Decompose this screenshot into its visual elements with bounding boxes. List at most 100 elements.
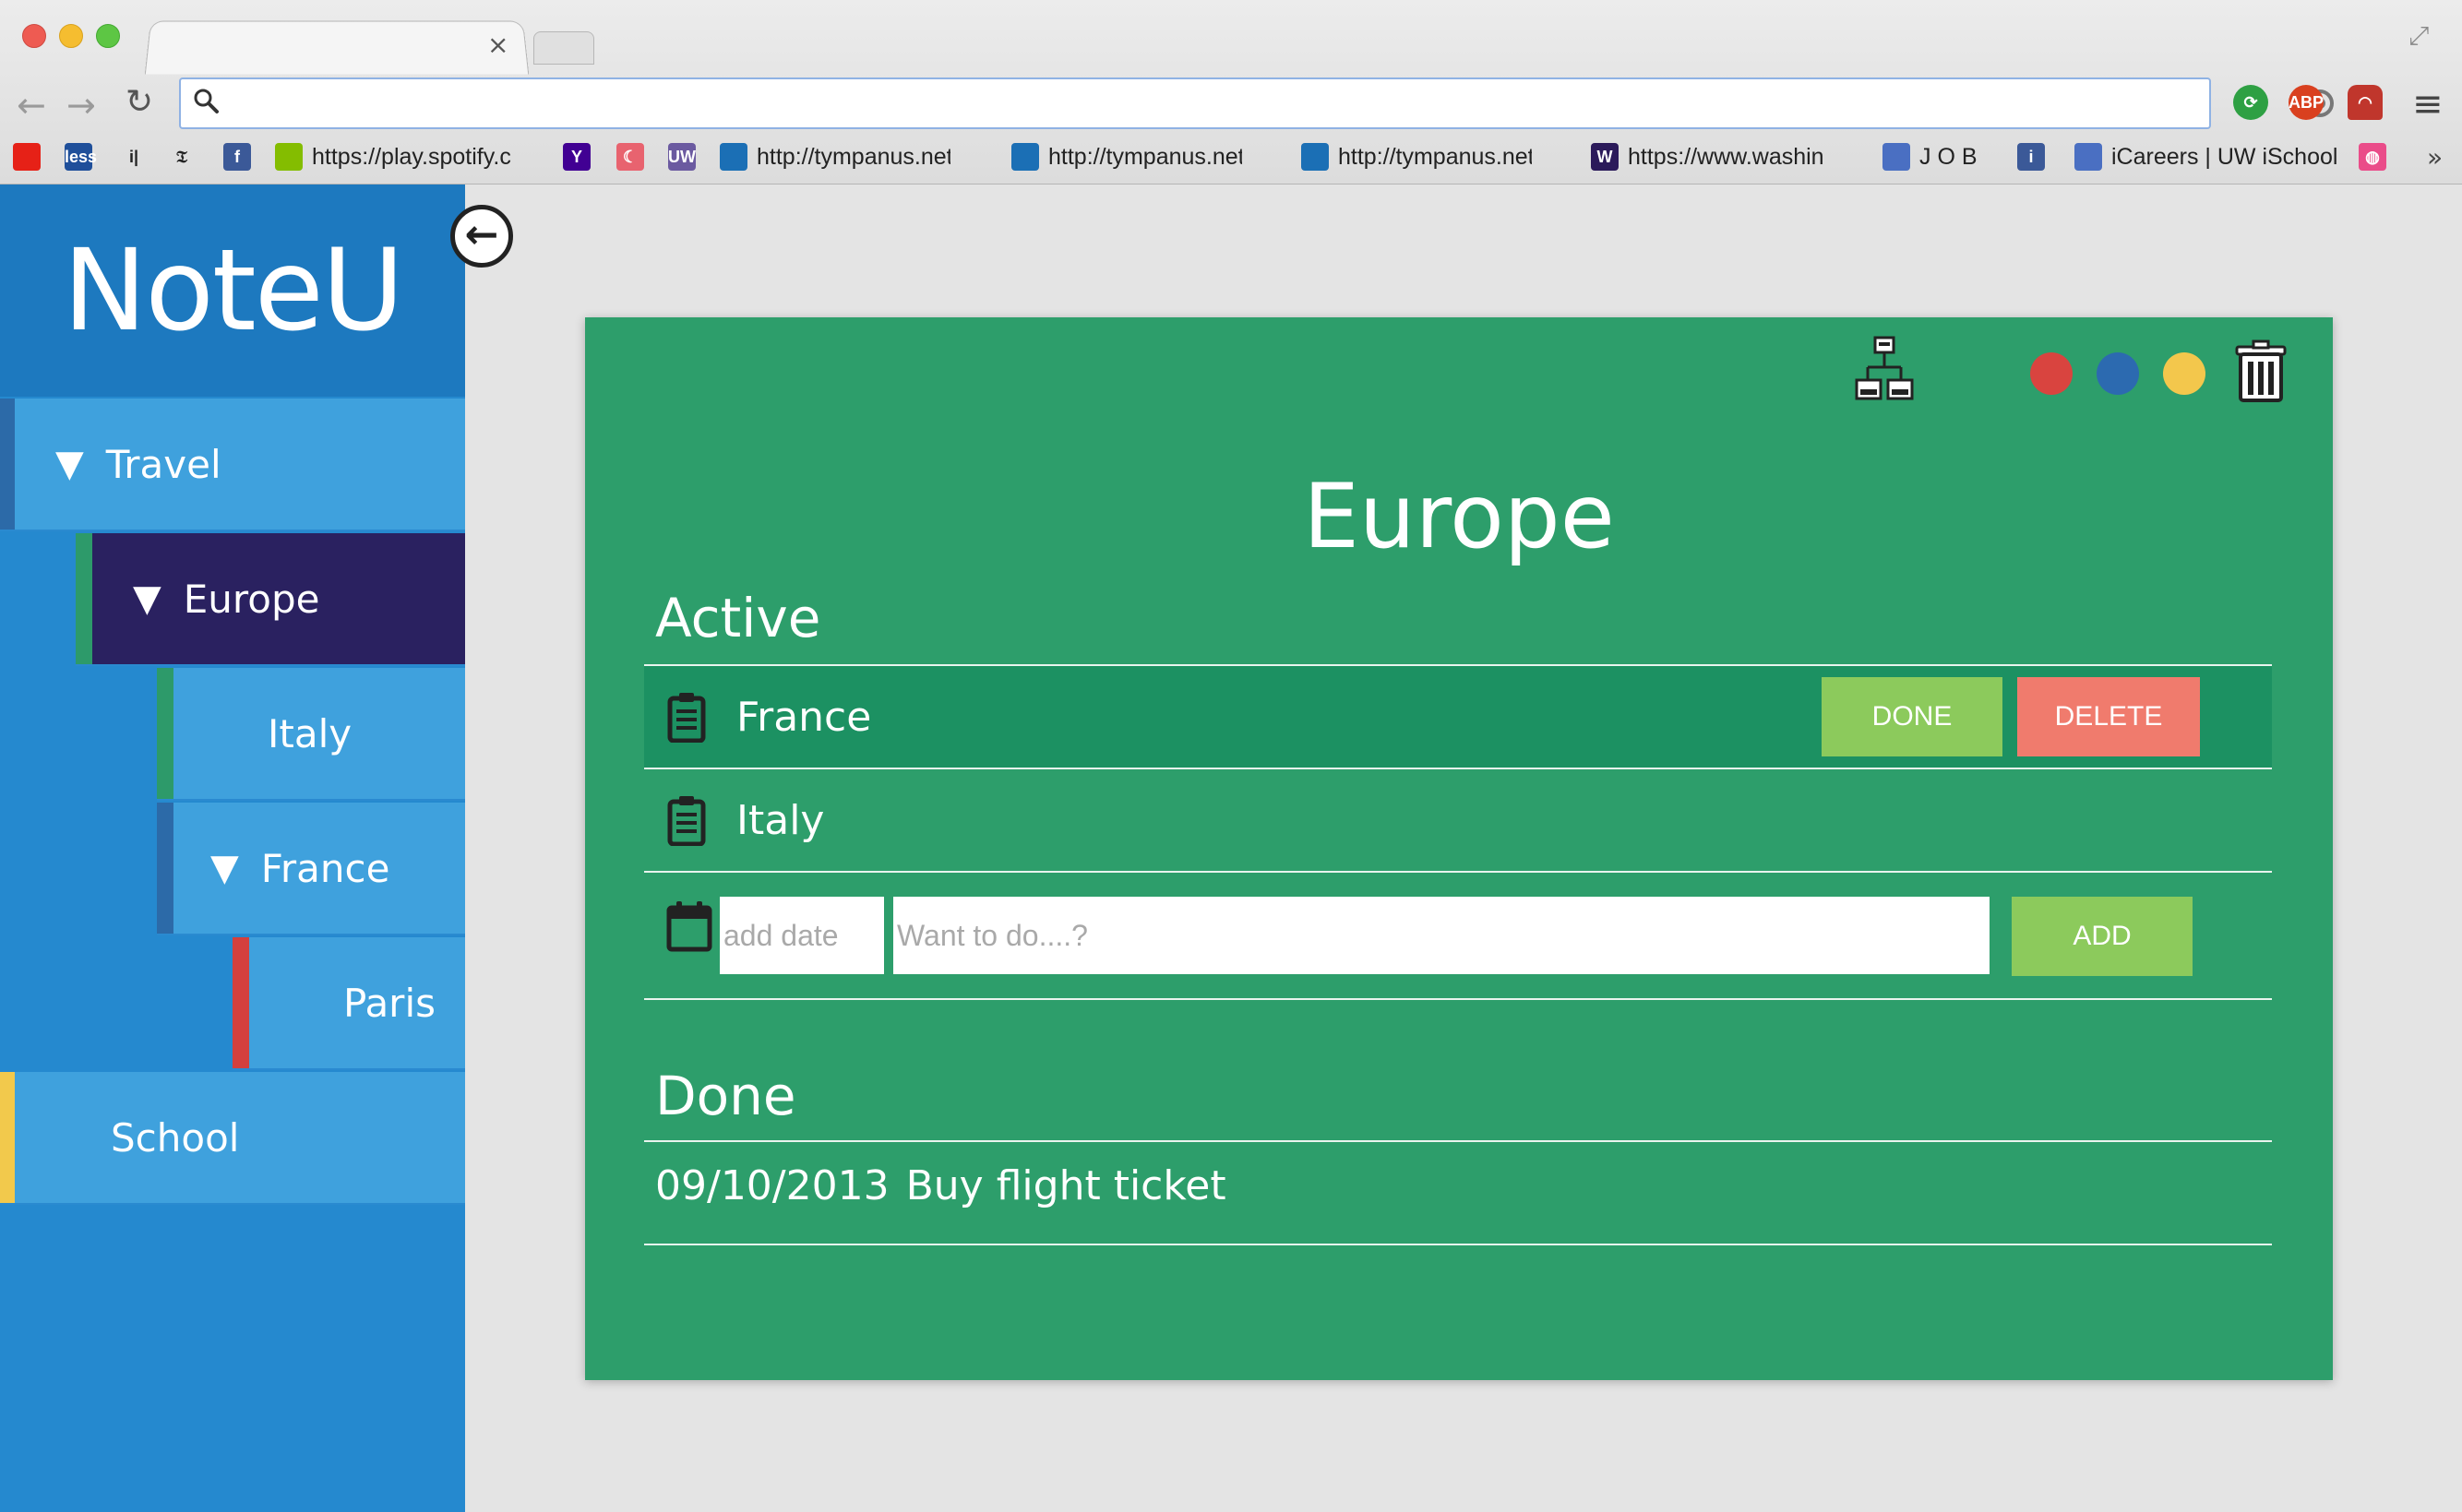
clipboard-icon bbox=[667, 693, 706, 743]
divider bbox=[644, 998, 2272, 1000]
bookmark-item[interactable]: i| bbox=[120, 140, 157, 173]
bookmark-item[interactable]: https://play.spotify.c bbox=[275, 140, 511, 173]
bookmark-item[interactable]: i bbox=[2017, 140, 2054, 173]
bookmark-item[interactable]: iCareers | UW iSchool bbox=[2074, 140, 2337, 173]
sidebar-item-label: France bbox=[260, 845, 390, 891]
todo-item[interactable]: Italy bbox=[644, 769, 2272, 871]
calendar-icon[interactable] bbox=[666, 900, 712, 952]
bookmark-item[interactable]: 𝔗 bbox=[168, 140, 205, 173]
done-button[interactable]: DONE bbox=[1822, 677, 2002, 756]
sidebar-item-label: School bbox=[111, 1114, 240, 1161]
zoom-window-button[interactable] bbox=[96, 24, 120, 48]
bookmark-label: http://tympanus.net bbox=[757, 143, 950, 170]
close-window-button[interactable] bbox=[22, 24, 46, 48]
sidebar-item-label: Europe bbox=[183, 576, 320, 622]
bookmark-label: iCareers | UW iSchool bbox=[2111, 143, 2338, 170]
sidebar-item-label: Travel bbox=[105, 441, 221, 487]
bookmark-item[interactable]: less bbox=[65, 140, 102, 173]
facebook-icon: f bbox=[223, 143, 251, 171]
app-area: NoteU ▼ Travel ▼ Europe Italy ▼ France P… bbox=[0, 185, 2462, 1512]
note-card: Europe Active France DONE DELETE Italy a… bbox=[585, 317, 2333, 1380]
divider bbox=[644, 871, 2272, 873]
color-stripe bbox=[157, 668, 173, 799]
forward-icon[interactable]: → bbox=[66, 85, 96, 125]
sidebar-item-europe[interactable]: ▼ Europe bbox=[76, 533, 465, 666]
expand-arrow-icon[interactable]: ▼ bbox=[55, 443, 84, 485]
color-yellow-button[interactable] bbox=[2163, 352, 2205, 395]
color-red-button[interactable] bbox=[2030, 352, 2073, 395]
expand-arrow-icon[interactable]: ▼ bbox=[133, 577, 161, 620]
adblock-icon[interactable]: ABP bbox=[2289, 85, 2324, 120]
bookmarks-more-icon[interactable]: » bbox=[2427, 142, 2443, 173]
bookmark-item[interactable]: J O B bbox=[1882, 140, 1978, 173]
sidebar-item-italy[interactable]: Italy bbox=[157, 668, 465, 801]
tympanus-icon bbox=[1301, 143, 1329, 171]
expand-arrow-icon[interactable]: ▼ bbox=[210, 847, 239, 889]
bookmark-item[interactable]: http://tympanus.net bbox=[1301, 140, 1532, 173]
pocket-icon[interactable]: ◠ bbox=[2348, 85, 2383, 120]
yahoo-icon: Y bbox=[563, 143, 591, 171]
less-icon: less bbox=[65, 143, 97, 171]
moon-icon: ☾ bbox=[616, 143, 644, 171]
tab-close-icon[interactable]: × bbox=[487, 30, 508, 60]
back-icon[interactable]: ← bbox=[17, 85, 46, 125]
divider bbox=[644, 1140, 2272, 1142]
color-blue-button[interactable] bbox=[2097, 352, 2139, 395]
bookmarks-bar: less i| 𝔗f https://play.spotify.c Y ☾ UW http:/… bbox=[0, 138, 2462, 177]
todo-input[interactable] bbox=[893, 897, 1990, 974]
hierarchy-icon[interactable] bbox=[1855, 336, 1914, 406]
done-item-date: 09/10/2013 bbox=[655, 1162, 890, 1209]
add-button[interactable]: ADD bbox=[2012, 897, 2193, 976]
bookmark-item[interactable]: http://tympanus.net bbox=[1011, 140, 1242, 173]
washington-icon: W bbox=[1591, 143, 1619, 171]
sidebar-item-france[interactable]: ▼ France bbox=[157, 803, 465, 935]
bookmark-item[interactable]: ☾ bbox=[616, 140, 653, 173]
divider bbox=[644, 1244, 2272, 1245]
bookmark-page-icon bbox=[1882, 143, 1910, 171]
youtube-icon bbox=[13, 143, 41, 171]
done-item[interactable]: 09/10/2013 Buy flight ticket bbox=[655, 1162, 1226, 1209]
bookmark-item[interactable]: f bbox=[223, 140, 260, 173]
brand-logo: NoteU bbox=[0, 185, 465, 397]
arrow-left-circle-icon[interactable]: ← bbox=[450, 205, 513, 268]
bookmark-item[interactable]: UW bbox=[668, 140, 705, 173]
dribbble-icon: ◍ bbox=[2359, 143, 2386, 171]
color-stripe bbox=[233, 937, 249, 1068]
done-item-text: Buy flight ticket bbox=[905, 1162, 1226, 1209]
bookmark-item[interactable] bbox=[13, 140, 50, 173]
date-input[interactable] bbox=[720, 897, 884, 974]
delete-button[interactable]: DELETE bbox=[2017, 677, 2200, 756]
address-bar[interactable]: ☆ bbox=[179, 77, 2379, 129]
bookmark-item[interactable]: Y bbox=[563, 140, 600, 173]
extension-icon[interactable]: ⟳ bbox=[2233, 85, 2268, 120]
new-tab-button[interactable] bbox=[533, 31, 594, 65]
reload-icon[interactable]: ↻ bbox=[125, 83, 153, 121]
bookmark-label: http://tympanus.net bbox=[1338, 143, 1532, 170]
sidebar-item-label: Paris bbox=[343, 980, 436, 1026]
minimize-window-button[interactable] bbox=[59, 24, 83, 48]
fullscreen-icon[interactable]: ⤢ bbox=[2408, 20, 2429, 52]
todo-label: France bbox=[736, 693, 872, 741]
sidebar-item-travel[interactable]: ▼ Travel bbox=[0, 399, 465, 531]
info-icon: i| bbox=[128, 148, 139, 166]
color-stripe bbox=[76, 533, 92, 664]
sidebar-item-label: Italy bbox=[268, 710, 353, 756]
search-icon bbox=[194, 89, 219, 113]
nyt-icon: 𝔗 bbox=[176, 148, 187, 166]
address-input[interactable] bbox=[234, 85, 2126, 122]
sidebar-item-paris[interactable]: Paris bbox=[233, 937, 465, 1070]
todo-label: Italy bbox=[736, 796, 825, 844]
browser-chrome: × ⤢ ← → ↻ ☆ ⟳ ABP ◠ ≡ less i| 𝔗f https://pl… bbox=[0, 0, 2462, 185]
bookmark-item[interactable]: ◍ bbox=[2359, 140, 2396, 173]
sidebar: NoteU ▼ Travel ▼ Europe Italy ▼ France P… bbox=[0, 185, 465, 1512]
bookmark-item[interactable]: http://tympanus.net bbox=[720, 140, 950, 173]
trash-icon[interactable] bbox=[2235, 339, 2287, 402]
note-title: Europe bbox=[1303, 465, 1615, 568]
sidebar-item-school[interactable]: School bbox=[0, 1072, 465, 1205]
bookmark-item[interactable]: Whttps://www.washin bbox=[1591, 140, 1824, 173]
browser-tab[interactable] bbox=[144, 20, 530, 75]
color-stripe bbox=[0, 1072, 15, 1203]
tympanus-icon bbox=[720, 143, 747, 171]
color-stripe bbox=[157, 803, 173, 934]
menu-icon[interactable]: ≡ bbox=[2412, 83, 2444, 125]
